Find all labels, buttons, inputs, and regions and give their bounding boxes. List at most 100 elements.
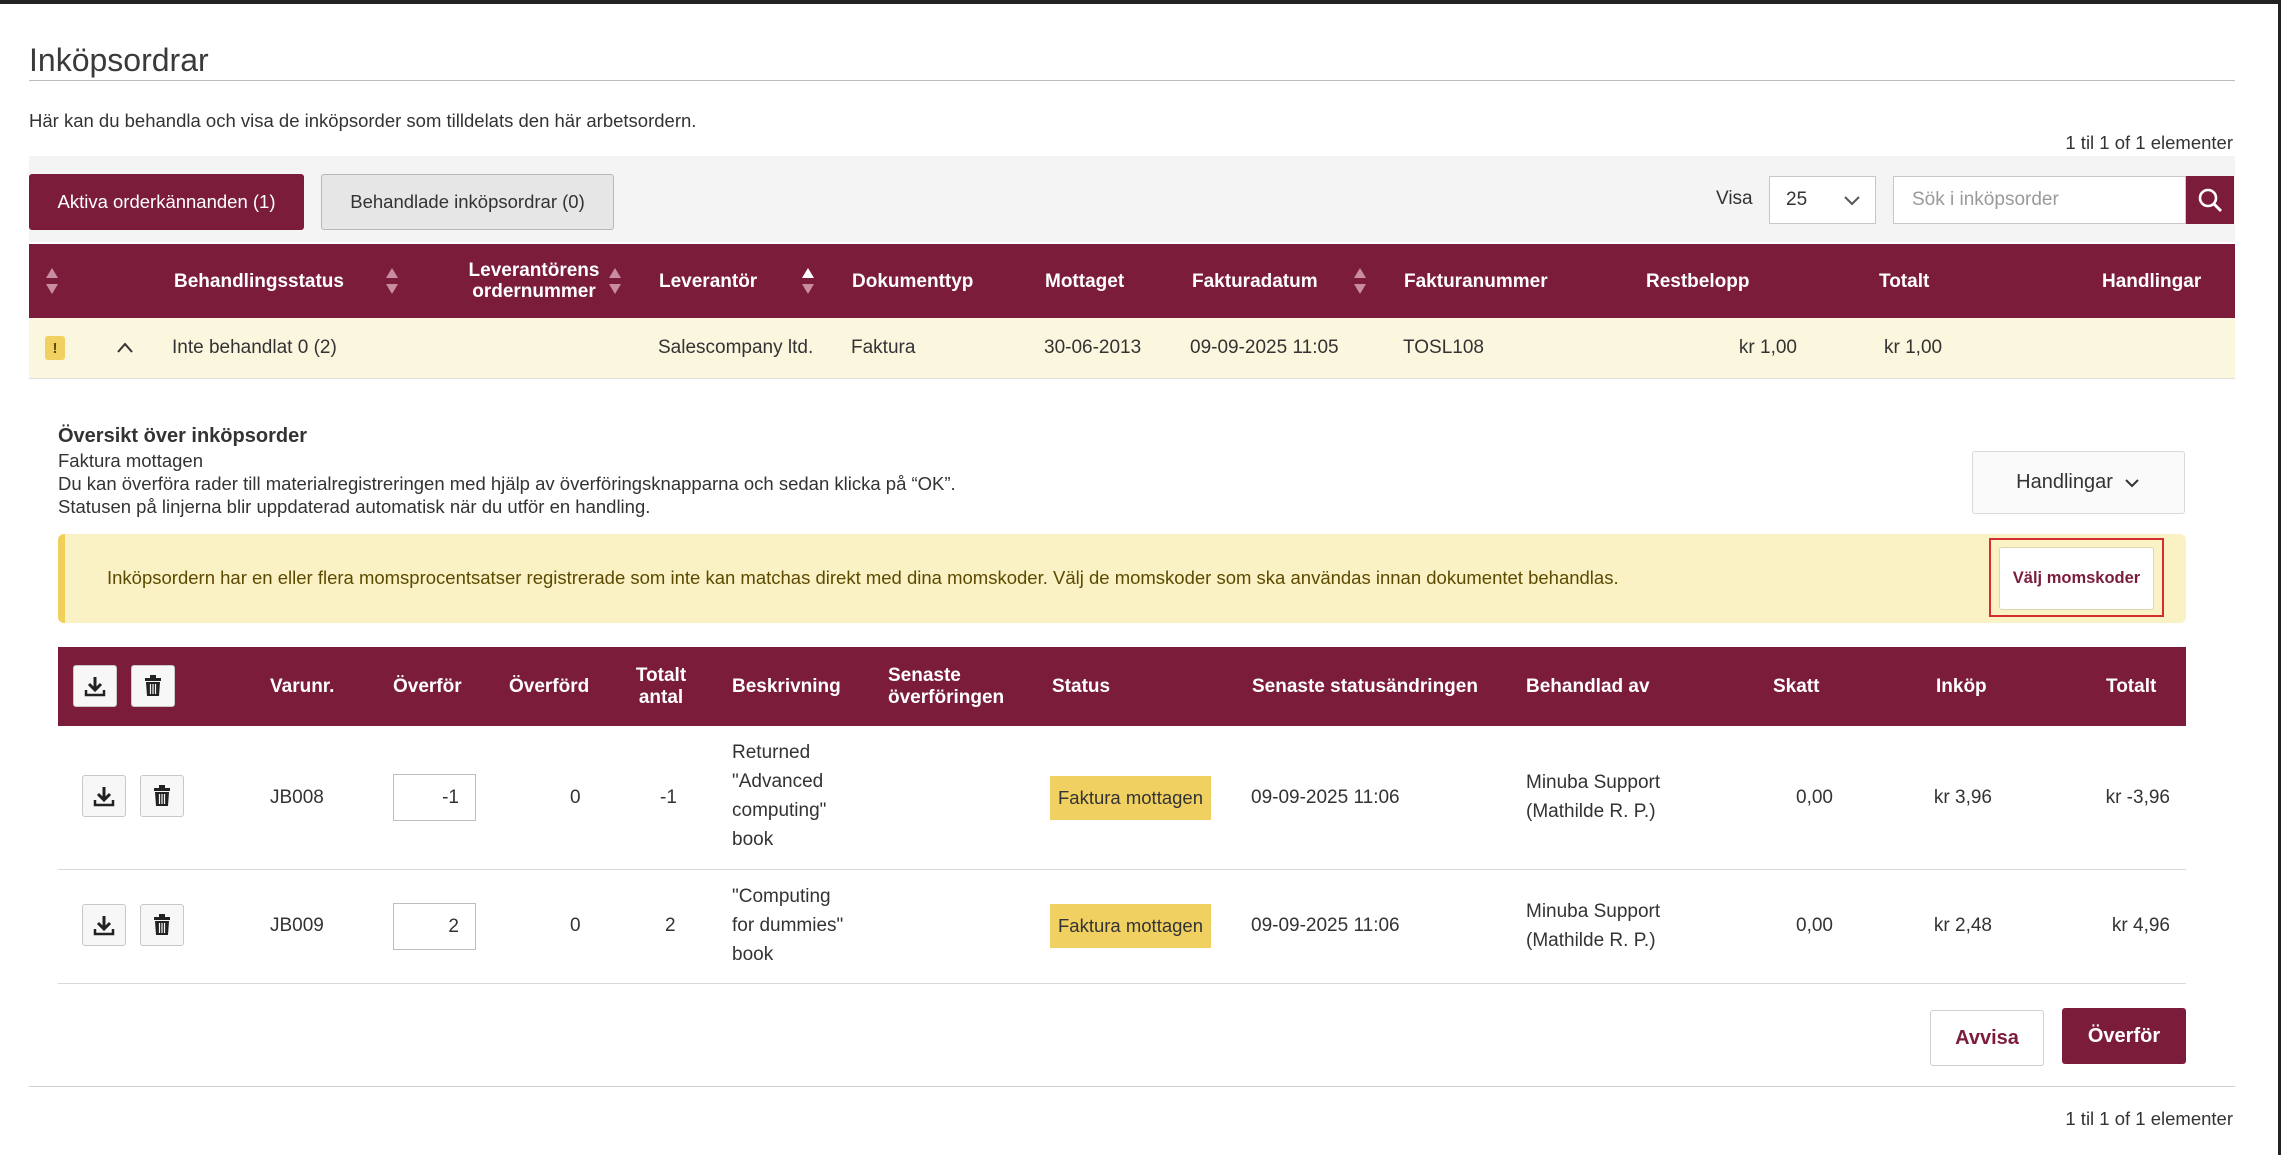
table-row: JB008 -1 0 -1 Returned "Advanced computi… xyxy=(58,726,2186,870)
pagination-count-bottom: 1 til 1 of 1 elementer xyxy=(2065,1108,2233,1129)
transfer-qty-input[interactable]: 2 xyxy=(393,903,476,950)
orders-table-header: Behandlingsstatus Leverantörens ordernum… xyxy=(29,244,2235,318)
download-icon xyxy=(84,677,106,697)
header-handled-by: Behandlad av xyxy=(1526,675,1650,697)
order-total: kr 1,00 xyxy=(1884,337,1943,358)
search-icon xyxy=(2198,188,2223,213)
header-doc-type: Dokumenttyp xyxy=(852,270,974,292)
header-description: Beskrivning xyxy=(732,675,841,697)
pagination-count-top: 1 til 1 of 1 elementer xyxy=(2065,132,2233,153)
select-vat-codes-button[interactable]: Välj momskoder xyxy=(1999,547,2154,610)
vat-warning-alert: Inköpsordern har en eller flera momsproc… xyxy=(58,534,2186,623)
overview-status-note: Statusen på linjerna blir uppdaterad aut… xyxy=(58,496,651,517)
page-size-value: 25 xyxy=(1786,189,1808,210)
header-total: Totalt xyxy=(1879,270,1930,292)
transfer-all-button[interactable] xyxy=(73,665,117,707)
line-description: Returned "Advanced computing" book xyxy=(732,742,827,850)
title-divider xyxy=(29,80,2235,81)
line-purchase: kr 3,96 xyxy=(1933,786,1992,808)
download-icon xyxy=(93,916,115,936)
line-handled-by: Minuba Support (Mathilde R. P.) xyxy=(1526,772,1661,822)
line-total: kr -3,96 xyxy=(2105,786,2170,808)
search-input[interactable]: Sök i inköpsorder xyxy=(1893,176,2186,224)
overview-subtitle: Faktura mottagen xyxy=(58,450,203,471)
line-last-status-change: 09-09-2025 11:06 xyxy=(1251,786,1400,808)
header-supplier-order-no: Leverantörens ordernummer xyxy=(468,260,600,302)
sort-supplier-order-icon[interactable] xyxy=(607,266,623,296)
actions-dropdown-label: Handlingar xyxy=(2016,471,2113,493)
trash-icon xyxy=(154,785,170,806)
download-icon xyxy=(93,787,115,807)
tab-processed-orders[interactable]: Behandlade inköpsordrar (0) xyxy=(321,174,614,230)
footer-divider xyxy=(29,1086,2235,1087)
delete-line-button[interactable] xyxy=(140,904,184,946)
warning-badge: ! xyxy=(45,336,65,360)
actions-dropdown-button[interactable]: Handlingar xyxy=(1972,451,2185,514)
vat-warning-text: Inköpsordern har en eller flera momsproc… xyxy=(107,567,1619,588)
header-status: Behandlingsstatus xyxy=(174,270,344,292)
line-total: kr 4,96 xyxy=(2111,915,2170,936)
overview-instruction: Du kan överföra rader till materialregis… xyxy=(58,473,956,494)
chevron-up-icon[interactable] xyxy=(115,339,135,357)
tab-active-acknowledgements[interactable]: Aktiva orderkännanden (1) xyxy=(29,174,304,230)
header-remaining: Restbelopp xyxy=(1646,270,1750,292)
order-received: 30-06-2013 xyxy=(1044,337,1142,358)
order-invoice-date: 09-09-2025 11:05 xyxy=(1190,337,1339,358)
order-supplier: Salescompany ltd. xyxy=(658,337,814,358)
transfer-line-button[interactable] xyxy=(82,775,126,817)
line-item-no: JB008 xyxy=(270,786,324,808)
line-tax: 0,00 xyxy=(1796,786,1833,808)
header-last-status-change: Senaste statusändringen xyxy=(1252,675,1478,697)
page-intro: Här kan du behandla och visa de inköpsor… xyxy=(29,110,697,131)
reject-button[interactable]: Avvisa xyxy=(1930,1010,2044,1066)
sort-invoice-date-icon[interactable] xyxy=(1352,266,1368,296)
line-transferred: 0 xyxy=(570,915,581,936)
header-item-no: Varunr. xyxy=(270,675,335,697)
sort-icon[interactable] xyxy=(44,266,60,296)
delete-all-button[interactable] xyxy=(131,665,175,707)
line-total-qty: -1 xyxy=(660,786,677,808)
status-badge: Faktura mottagen xyxy=(1050,904,1211,948)
table-row: JB009 2 0 2 "Computing for dummies" book… xyxy=(58,869,2186,984)
page-size-select[interactable]: 25 xyxy=(1769,176,1876,224)
search-button[interactable] xyxy=(2186,176,2234,224)
header-transferred: Överförd xyxy=(509,675,590,697)
chevron-down-icon xyxy=(2125,478,2139,487)
overview-title: Översikt över inköpsorder xyxy=(58,425,307,447)
line-transferred: 0 xyxy=(570,786,581,808)
page-size-label: Visa xyxy=(1716,188,1753,209)
order-status: Inte behandlat 0 (2) xyxy=(172,337,337,358)
header-actions: Handlingar xyxy=(2102,270,2202,292)
header-purchase: Inköp xyxy=(1936,675,1987,697)
line-purchase: kr 2,48 xyxy=(1933,915,1992,936)
header-line-total: Totalt xyxy=(2106,675,2157,697)
header-total-qty: Totalt antal xyxy=(635,664,687,708)
order-remaining: kr 1,00 xyxy=(1738,337,1797,358)
transfer-button[interactable]: Överför xyxy=(2062,1008,2186,1064)
order-invoice-no: TOSL108 xyxy=(1403,337,1484,358)
trash-icon xyxy=(145,675,161,696)
header-invoice-date: Fakturadatum xyxy=(1192,270,1318,292)
order-row[interactable]: ! Inte behandlat 0 (2) Salescompany ltd.… xyxy=(29,318,2235,379)
lines-table-header: Varunr. Överför Överförd Totalt antal Be… xyxy=(58,647,2186,726)
header-received: Mottaget xyxy=(1045,270,1125,292)
sort-status-icon[interactable] xyxy=(384,266,400,296)
header-supplier: Leverantör xyxy=(659,270,758,292)
sort-supplier-icon[interactable] xyxy=(800,266,816,296)
status-badge: Faktura mottagen xyxy=(1050,776,1211,820)
line-description: "Computing for dummies" book xyxy=(732,886,844,965)
header-transfer: Överför xyxy=(393,675,462,697)
delete-line-button[interactable] xyxy=(140,775,184,817)
header-last-transfer: Senaste överföringen xyxy=(888,664,1005,708)
trash-icon xyxy=(154,914,170,935)
order-doc-type: Faktura xyxy=(851,337,916,358)
page-title: Inköpsordrar xyxy=(29,42,209,78)
header-invoice-no: Fakturanummer xyxy=(1404,270,1548,292)
line-handled-by: Minuba Support (Mathilde R. P.) xyxy=(1526,901,1661,951)
window-top-edge xyxy=(0,0,2281,4)
line-tax: 0,00 xyxy=(1796,915,1833,936)
transfer-qty-input[interactable]: -1 xyxy=(393,774,476,821)
line-last-status-change: 09-09-2025 11:06 xyxy=(1251,915,1400,936)
chevron-down-icon xyxy=(1844,196,1860,206)
transfer-line-button[interactable] xyxy=(82,904,126,946)
